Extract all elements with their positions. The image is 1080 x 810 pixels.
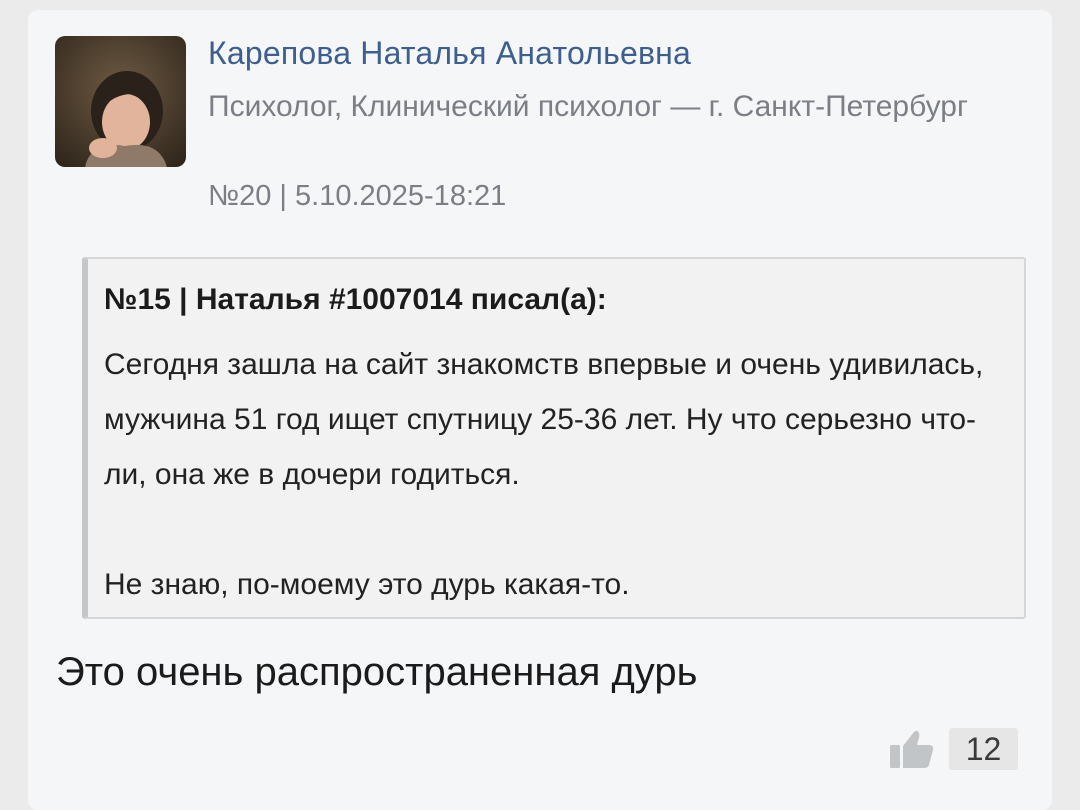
quote-block: №15 | Наталья #1007014 писал(а): Сегодня… (82, 257, 1026, 619)
post-text: Это очень распространенная дурь (56, 650, 698, 694)
author-avatar[interactable] (55, 36, 186, 167)
author-name-link[interactable]: Карепова Наталья Анатольевна (208, 35, 691, 72)
thumbs-up-icon[interactable] (888, 728, 936, 770)
quote-header: №15 | Наталья #1007014 писал(а): (104, 283, 607, 316)
quote-paragraph: Сегодня зашла на сайт знакомств впервые … (104, 348, 984, 491)
avatar-photo (55, 36, 186, 167)
like-count: 12 (949, 728, 1018, 770)
quote-body: Сегодня зашла на сайт знакомств впервые … (104, 337, 984, 612)
post-number-date: №20 | 5.10.2025-18:21 (208, 180, 507, 212)
post-card: Карепова Наталья Анатольевна Психолог, К… (28, 10, 1052, 810)
quote-paragraph: Не знаю, по-моему это дурь какая-то. (104, 568, 630, 601)
author-title: Психолог, Клинический психолог — г. Санк… (208, 90, 968, 123)
